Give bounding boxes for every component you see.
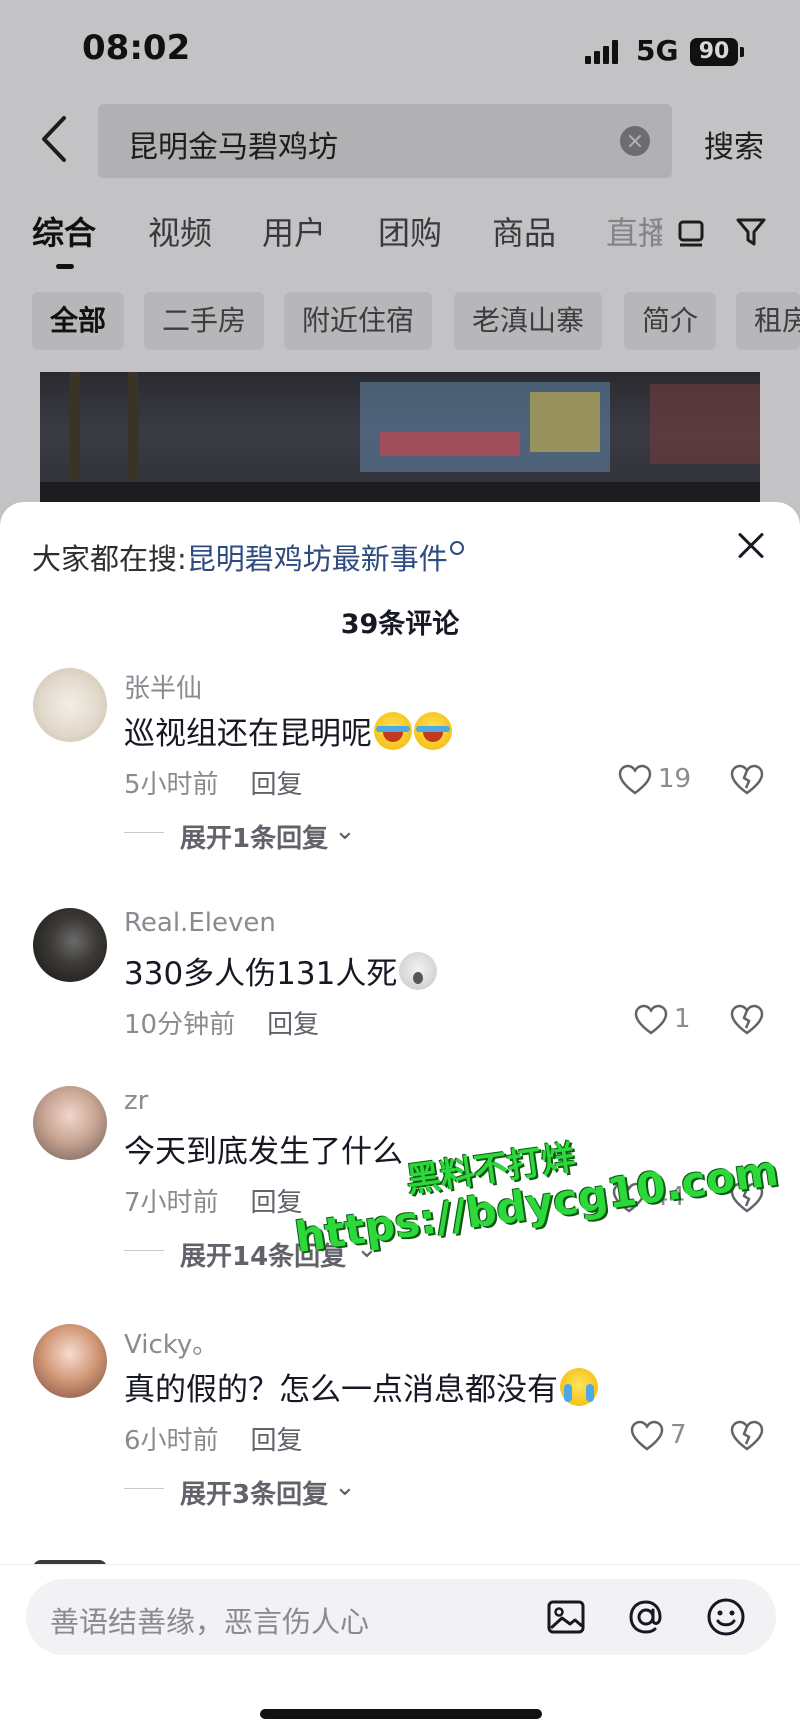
battery-cap — [740, 47, 744, 57]
chevron-down-icon: ⌄ — [334, 1472, 356, 1502]
tab-live[interactable]: 直播 — [606, 208, 662, 254]
reply-button[interactable]: 回复 — [267, 1010, 319, 1040]
filter-chips: 全部 二手房 附近住宿 老滇山寨 简介 租房 — [0, 292, 800, 350]
comment-input[interactable]: 善语结善缘，恶言伤人心 — [26, 1579, 776, 1655]
layout-toggle-icon[interactable] — [674, 214, 708, 248]
chip-nearby-hotels[interactable]: 附近住宿 — [284, 292, 433, 350]
thumb-light — [530, 392, 600, 452]
comment-count: 39条评论 — [340, 609, 460, 640]
divider-line — [124, 1488, 164, 1489]
comment-text: 巡视组还在昆明呢 — [124, 708, 452, 753]
comment-input-bar: 善语结善缘，恶言伤人心 — [0, 1564, 800, 1733]
crying-emoji — [560, 1368, 598, 1406]
chip-intro[interactable]: 简介 — [624, 292, 717, 350]
video-thumbnail[interactable] — [40, 372, 760, 522]
home-indicator — [260, 1709, 542, 1719]
clear-search-icon[interactable] — [620, 126, 650, 156]
tab-all[interactable]: 综合 — [32, 208, 96, 254]
comment-username[interactable]: zr — [124, 1086, 148, 1116]
search-query: 昆明金马碧鸡坊 — [128, 130, 338, 165]
hot-search-link[interactable]: 昆明碧鸡坊最新事件 — [187, 542, 448, 576]
chip-rent[interactable]: 租房 — [736, 292, 800, 350]
comment-username[interactable]: Real.Eleven — [124, 908, 276, 938]
chip-second-hand-house[interactable]: 二手房 — [144, 292, 265, 350]
image-icon[interactable] — [544, 1595, 588, 1639]
reply-button[interactable]: 回复 — [251, 1426, 303, 1456]
comment-sheet: 大家都在搜:昆明碧鸡坊最新事件 39条评论 张半仙 巡视组还在昆明呢 5小时前回… — [0, 502, 800, 1732]
laugh-cry-emoji — [374, 712, 412, 750]
comment-body: 330多人伤131人死 — [124, 956, 398, 992]
comment-item: Vicky。 真的假的？怎么一点消息都没有 6小时前 回复 7 展开3条回复 ⌄ — [0, 1324, 800, 1534]
chip-all[interactable]: 全部 — [32, 292, 125, 350]
signal-icon — [585, 38, 625, 64]
broken-heart-icon[interactable] — [730, 1004, 764, 1036]
mention-icon[interactable] — [624, 1595, 668, 1639]
search-icon — [449, 541, 464, 555]
tab-users[interactable]: 用户 — [262, 208, 326, 254]
close-button[interactable] — [734, 528, 768, 562]
divider-line — [124, 1250, 164, 1251]
comment-meta: 6小时前 回复 — [124, 1420, 303, 1457]
comment-username[interactable]: Vicky。 — [124, 1324, 218, 1361]
chevron-left-icon — [42, 116, 66, 162]
divider-line — [124, 832, 164, 833]
comment-text: 真的假的？怎么一点消息都没有 — [124, 1364, 598, 1409]
like-count: 19 — [658, 764, 692, 794]
expand-replies-label: 展开3条回复 — [180, 1480, 329, 1510]
heart-icon — [618, 764, 652, 795]
comment-input-placeholder: 善语结善缘，恶言伤人心 — [50, 1605, 370, 1639]
reply-button[interactable]: 回复 — [251, 770, 303, 800]
chip-laodian-shanzhai[interactable]: 老滇山寨 — [454, 292, 603, 350]
comment-body: 巡视组还在昆明呢 — [124, 716, 372, 752]
comment-meta: 5小时前 回复 — [124, 764, 303, 801]
expand-replies-label: 展开1条回复 — [180, 824, 329, 854]
tab-active-indicator — [56, 264, 74, 269]
comment-meta: 7小时前 回复 — [124, 1182, 303, 1219]
filter-icon[interactable] — [734, 214, 768, 248]
chevron-down-icon: ⌄ — [334, 816, 356, 846]
back-button[interactable] — [34, 112, 78, 166]
comment-username[interactable]: 张半仙 — [124, 668, 202, 705]
thumb-sign — [380, 432, 520, 456]
laugh-cry-emoji — [414, 712, 452, 750]
comment-time: 5小时前 — [124, 770, 219, 800]
search-input[interactable]: 昆明金马碧鸡坊 — [98, 104, 672, 178]
avatar[interactable] — [33, 1086, 107, 1160]
heart-icon — [634, 1004, 668, 1035]
comment-text: 330多人伤131人死 — [124, 948, 438, 993]
avatar[interactable] — [33, 668, 107, 742]
search-button[interactable]: 搜索 — [704, 122, 764, 166]
emoji-icon[interactable] — [704, 1595, 748, 1639]
like-count: 1 — [674, 1004, 691, 1034]
avatar[interactable] — [33, 1324, 107, 1398]
hot-search-bar: 大家都在搜:昆明碧鸡坊最新事件 — [32, 536, 464, 578]
comment-time: 6小时前 — [124, 1426, 219, 1456]
thumb-light — [650, 384, 760, 464]
comment-meta: 10分钟前 回复 — [124, 1004, 319, 1041]
comment-body: 真的假的？怎么一点消息都没有 — [124, 1372, 558, 1408]
tab-products[interactable]: 商品 — [492, 208, 556, 254]
hot-search-prefix: 大家都在搜: — [32, 542, 187, 576]
heart-icon — [630, 1420, 664, 1451]
battery-icon: 90 — [690, 38, 738, 66]
status-bar: 08:02 5G 90 — [0, 0, 800, 100]
comment-item: 张半仙 巡视组还在昆明呢 5小时前 回复 19 展开1条回复 ⌄ — [0, 668, 800, 878]
broken-heart-icon[interactable] — [730, 764, 764, 796]
like-count: 7 — [670, 1420, 687, 1450]
comment-time: 10分钟前 — [124, 1010, 236, 1040]
comment-text: 今天到底发生了什么 — [124, 1134, 403, 1170]
search-results-page: 08:02 5G 90 昆明金马碧鸡坊 搜索 综合 视频 用户 团购 商品 直播… — [0, 0, 800, 522]
network-type: 5G — [636, 34, 679, 67]
avatar[interactable] — [33, 908, 107, 982]
tab-group-buy[interactable]: 团购 — [378, 208, 442, 254]
status-time: 08:02 — [82, 28, 191, 68]
tab-video[interactable]: 视频 — [148, 208, 212, 254]
broken-heart-icon[interactable] — [730, 1420, 764, 1452]
shocked-emoji — [399, 952, 438, 990]
comment-time: 7小时前 — [124, 1188, 219, 1218]
